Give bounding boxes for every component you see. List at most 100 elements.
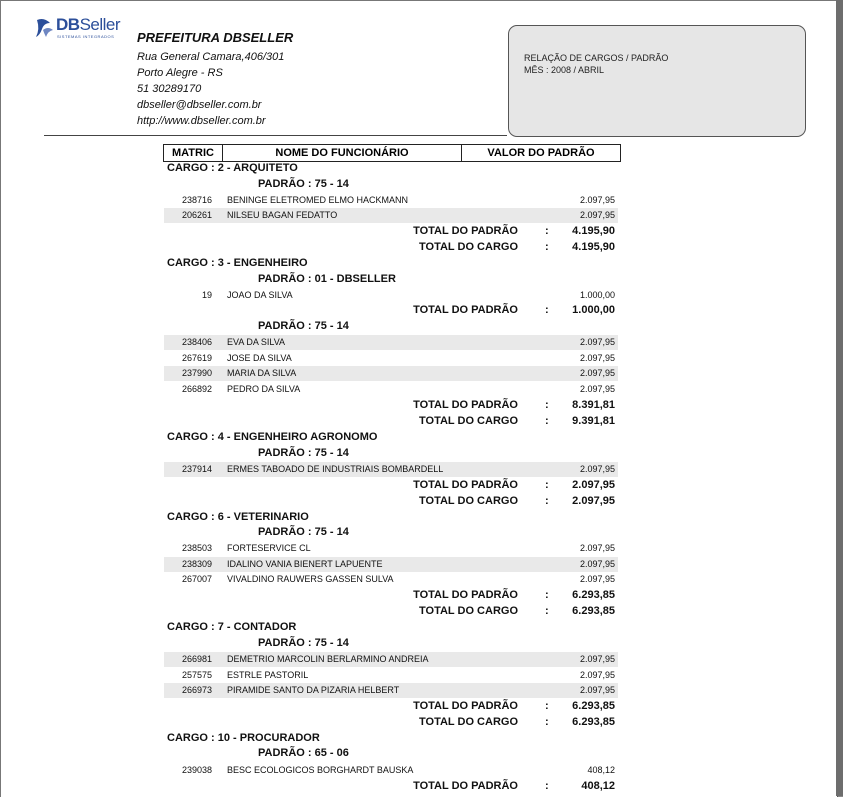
cargo-heading: CARGO : 3 - ENGENHEIRO bbox=[167, 257, 308, 269]
row-name: JOSE DA SILVA bbox=[227, 353, 292, 363]
row-matric: 206261 bbox=[181, 210, 212, 220]
total-colon: : bbox=[545, 415, 549, 427]
total-padrao-label: TOTAL DO PADRÃO bbox=[413, 780, 518, 792]
logo-text: DBSeller bbox=[56, 15, 121, 35]
total-cargo-label: TOTAL DO CARGO bbox=[419, 415, 518, 427]
cargo-heading: CARGO : 6 - VETERINARIO bbox=[167, 511, 309, 523]
total-padrao-value: 6.293,85 bbox=[572, 589, 615, 601]
cargo-heading: CARGO : 4 - ENGENHEIRO AGRONOMO bbox=[167, 431, 378, 443]
logo-text-light: Seller bbox=[79, 15, 121, 34]
padrao-heading: PADRÃO : 01 - DBSELLER bbox=[258, 273, 396, 285]
row-matric: 266981 bbox=[181, 654, 212, 664]
table-row: 237990 MARIA DA SILVA 2.097,95 bbox=[164, 366, 618, 381]
logo-text-bold: DB bbox=[56, 15, 80, 34]
total-padrao-row: TOTAL DO PADRÃO: 4.195,90 bbox=[301, 225, 615, 239]
total-cargo-row: TOTAL DO CARGO: 4.195,90 bbox=[301, 241, 615, 255]
row-value: 2.097,95 bbox=[579, 353, 615, 363]
row-value: 2.097,95 bbox=[579, 654, 615, 664]
total-padrao-value: 1.000,00 bbox=[572, 304, 615, 316]
org-website: http://www.dbseller.com.br bbox=[137, 115, 266, 127]
column-matric: MATRIC bbox=[164, 145, 223, 161]
total-padrao-row: TOTAL DO PADRÃO: 8.391,81 bbox=[301, 399, 615, 413]
total-colon: : bbox=[545, 780, 549, 792]
row-matric: 266973 bbox=[181, 685, 212, 695]
table-row: 238716 BENINGE ELETROMED ELMO HACKMANN 2.0… bbox=[164, 193, 618, 208]
row-value: 2.097,95 bbox=[579, 368, 615, 378]
row-name: FORTESERVICE CL bbox=[227, 543, 311, 553]
column-value: VALOR DO PADRÃO bbox=[487, 147, 595, 159]
column-header: MATRIC NOME DO FUNCIONÁRIO VALOR DO PADR… bbox=[163, 144, 621, 162]
padrao-heading: PADRÃO : 75 - 14 bbox=[258, 320, 349, 332]
padrao-heading: PADRÃO : 75 - 14 bbox=[258, 526, 349, 538]
table-row: 238309 IDALINO VANIA BIENERT LAPUENTE 2.09… bbox=[164, 557, 618, 572]
row-name: IDALINO VANIA BIENERT LAPUENTE bbox=[227, 559, 383, 569]
row-name: ERMES TABOADO DE INDUSTRIAIS BOMBARDELL bbox=[227, 464, 444, 474]
row-name: BENINGE ELETROMED ELMO HACKMANN bbox=[227, 195, 409, 205]
padrao-heading: PADRÃO : 75 - 14 bbox=[258, 447, 349, 459]
total-colon: : bbox=[545, 589, 549, 601]
row-matric: 237914 bbox=[181, 464, 212, 474]
row-matric: 238309 bbox=[181, 559, 212, 569]
org-city: Porto Alegre - RS bbox=[137, 67, 223, 79]
total-cargo-label: TOTAL DO CARGO bbox=[419, 495, 518, 507]
total-cargo-value: 9.391,81 bbox=[572, 415, 615, 427]
row-value: 2.097,95 bbox=[579, 195, 615, 205]
total-cargo-row: TOTAL DO CARGO: 6.293,85 bbox=[301, 605, 615, 619]
logo-mark-icon bbox=[36, 19, 53, 37]
table-row: 266973 PIRAMIDE SANTO DA PIZARIA HELBERT 2… bbox=[164, 683, 618, 698]
total-cargo-label: TOTAL DO CARGO bbox=[419, 605, 518, 617]
total-padrao-row: TOTAL DO PADRÃO: 6.293,85 bbox=[301, 589, 615, 603]
padrao-heading: PADRÃO : 75 - 14 bbox=[258, 637, 349, 649]
row-value: 2.097,95 bbox=[579, 574, 615, 584]
table-row: 267007 VIVALDINO RAUWERS GASSEN SULVA 2.09… bbox=[164, 572, 618, 587]
org-name: PREFEITURA DBSELLER bbox=[137, 30, 294, 45]
org-phone: 51 30289170 bbox=[137, 83, 202, 95]
total-padrao-row: TOTAL DO PADRÃO: 408,12 bbox=[301, 780, 615, 794]
total-padrao-value: 4.195,90 bbox=[572, 225, 615, 237]
table-row: 206261 NILSEU BAGAN FEDATTO 2.097,95 bbox=[164, 208, 618, 223]
table-row: 238406 EVA DA SILVA 2.097,95 bbox=[164, 335, 618, 350]
total-colon: : bbox=[545, 700, 549, 712]
table-row: 238503 FORTESERVICE CL 2.097,95 bbox=[164, 541, 618, 556]
total-cargo-value: 2.097,95 bbox=[572, 495, 615, 507]
total-padrao-label: TOTAL DO PADRÃO bbox=[413, 589, 518, 601]
total-colon: : bbox=[545, 225, 549, 237]
row-name: BESC ECOLOGICOS BORGHARDT BAUSKA bbox=[227, 765, 414, 775]
cargo-heading: CARGO : 7 - CONTADOR bbox=[167, 621, 297, 633]
row-name: PEDRO DA SILVA bbox=[227, 384, 301, 394]
total-colon: : bbox=[545, 495, 549, 507]
total-colon: : bbox=[545, 241, 549, 253]
cargo-heading: CARGO : 10 - PROCURADOR bbox=[167, 732, 320, 744]
row-matric: 267619 bbox=[181, 353, 212, 363]
row-matric: 238503 bbox=[181, 543, 212, 553]
row-value: 2.097,95 bbox=[579, 685, 615, 695]
total-cargo-label: TOTAL DO CARGO bbox=[419, 716, 518, 728]
row-value: 2.097,95 bbox=[579, 670, 615, 680]
total-colon: : bbox=[545, 716, 549, 728]
row-value: 1.000,00 bbox=[579, 290, 615, 300]
page-shadow bbox=[836, 0, 843, 796]
row-name: MARIA DA SILVA bbox=[227, 368, 297, 378]
row-name: DEMETRIO MARCOLIN BERLARMINO ANDREIA bbox=[227, 654, 429, 664]
report-info-box: RELAÇÃO DE CARGOS / PADRÃO MÊS : 2008 / … bbox=[508, 25, 806, 137]
total-padrao-value: 408,12 bbox=[581, 780, 615, 792]
row-matric: 257575 bbox=[181, 670, 212, 680]
table-row: 257575 ESTRLE PASTORIL 2.097,95 bbox=[164, 668, 618, 683]
cargo-heading: CARGO : 2 - ARQUITETO bbox=[167, 162, 298, 174]
total-padrao-row: TOTAL DO PADRÃO: 1.000,00 bbox=[301, 304, 615, 318]
total-cargo-label: TOTAL DO CARGO bbox=[419, 241, 518, 253]
table-row: 267619 JOSE DA SILVA 2.097,95 bbox=[164, 351, 618, 366]
row-name: NILSEU BAGAN FEDATTO bbox=[227, 210, 338, 220]
row-matric: 239038 bbox=[181, 765, 212, 775]
row-value: 2.097,95 bbox=[579, 464, 615, 474]
row-name: VIVALDINO RAUWERS GASSEN SULVA bbox=[227, 574, 394, 584]
table-row: 266981 DEMETRIO MARCOLIN BERLARMINO ANDRE… bbox=[164, 652, 618, 667]
total-padrao-label: TOTAL DO PADRÃO bbox=[413, 479, 518, 491]
row-name: JOAO DA SILVA bbox=[227, 290, 293, 300]
padrao-heading: PADRÃO : 75 - 14 bbox=[258, 178, 349, 190]
header-divider bbox=[44, 135, 507, 136]
row-name: PIRAMIDE SANTO DA PIZARIA HELBERT bbox=[227, 685, 400, 695]
row-matric: 238406 bbox=[181, 337, 212, 347]
total-cargo-row: TOTAL DO CARGO: 2.097,95 bbox=[301, 495, 615, 509]
total-padrao-label: TOTAL DO PADRÃO bbox=[413, 399, 518, 411]
